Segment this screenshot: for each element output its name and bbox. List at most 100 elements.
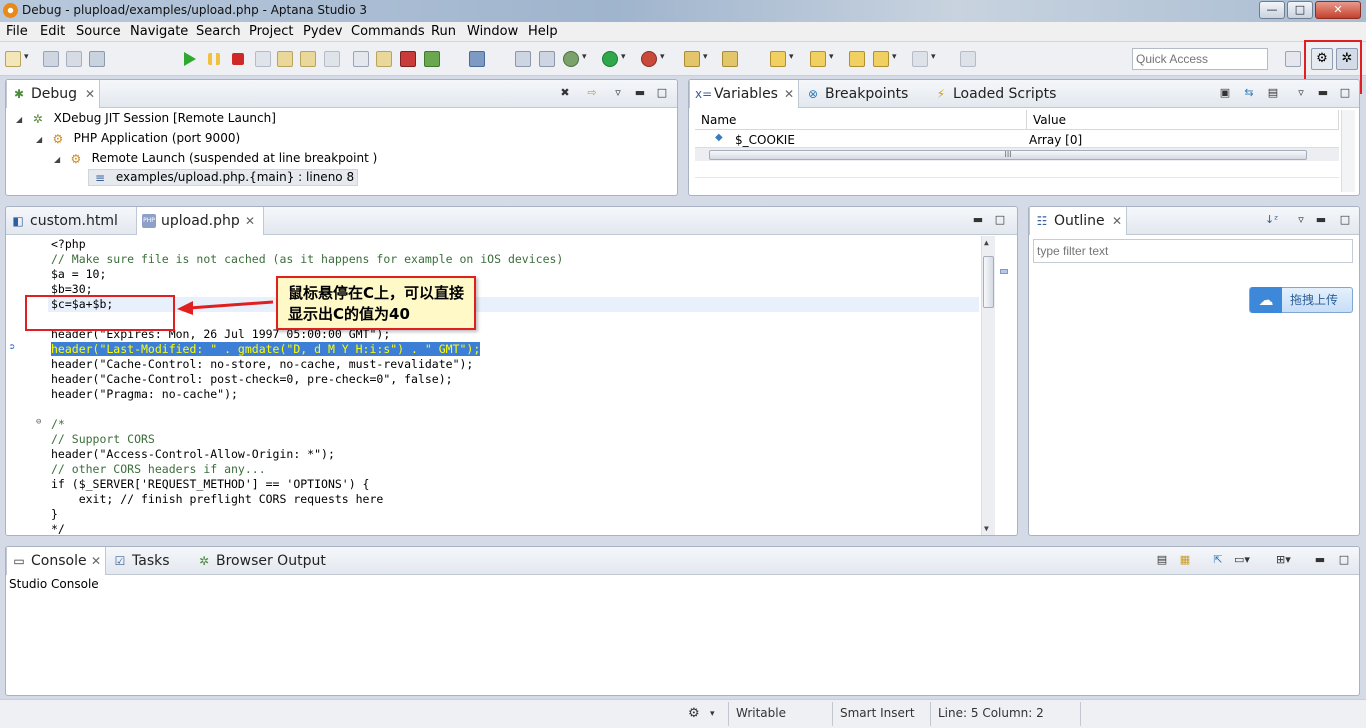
code-line[interactable]: // other CORS headers if any... xyxy=(51,462,266,476)
disconnect-icon[interactable] xyxy=(255,51,271,67)
drag-upload-button[interactable]: ☁ 拖拽上传 xyxy=(1249,287,1353,313)
menu-search[interactable]: Search xyxy=(196,24,241,39)
tab-tasks[interactable]: ☑ Tasks xyxy=(108,547,188,575)
collapse-all-icon[interactable]: ⇆ xyxy=(1243,86,1255,99)
maximize-view-icon[interactable]: □ xyxy=(994,213,1006,226)
menu-project[interactable]: Project xyxy=(249,24,293,39)
vertical-scrollbar[interactable] xyxy=(1341,110,1355,192)
skip-breakpoints-icon[interactable] xyxy=(469,51,485,67)
code-line[interactable]: header("Last-Modified: " . gmdate("D, d … xyxy=(51,342,481,356)
debug-icon[interactable] xyxy=(563,51,587,67)
chevron-down-icon[interactable]: ▾ xyxy=(710,709,715,719)
menu-source[interactable]: Source xyxy=(76,24,121,39)
overview-ruler[interactable] xyxy=(995,236,1017,535)
menu-file[interactable]: File xyxy=(6,24,28,39)
table-row[interactable]: ◆ $_COOKIE Array [0] xyxy=(695,132,1339,148)
tree-row-stack-frame[interactable]: ≡ examples/upload.php.{main} : lineno 8 xyxy=(88,169,359,186)
code-line[interactable]: // Make sure file is not cached (as it h… xyxy=(51,252,563,266)
menu-navigate[interactable]: Navigate xyxy=(130,24,188,39)
fold-toggle-icon[interactable]: ⊖ xyxy=(36,417,41,427)
step-over-icon[interactable] xyxy=(300,51,316,67)
code-line[interactable]: /* xyxy=(51,417,65,431)
menu-commands[interactable]: Commands xyxy=(351,24,425,39)
tab-custom-html[interactable]: ◧ custom.html xyxy=(6,207,136,235)
terminate-icon[interactable] xyxy=(232,53,244,65)
code-line[interactable]: // Support CORS xyxy=(51,432,155,446)
view-menu-icon[interactable]: ▿ xyxy=(1295,86,1307,99)
code-line[interactable]: <?php xyxy=(51,237,86,251)
last-edit-icon[interactable] xyxy=(849,51,865,67)
menu-window[interactable]: Window xyxy=(467,24,518,39)
tree-row-thread[interactable]: ◢ ⚙ Remote Launch (suspended at line bre… xyxy=(54,151,377,166)
code-line[interactable]: exit; // finish preflight CORS requests … xyxy=(51,492,384,506)
close-icon[interactable]: ✕ xyxy=(85,80,95,108)
open-perspective-tool-icon[interactable] xyxy=(722,51,738,67)
remove-breakpoint-icon[interactable] xyxy=(424,51,440,67)
minimize-view-icon[interactable]: ▬ xyxy=(972,213,984,226)
maximize-view-icon[interactable]: □ xyxy=(1339,86,1351,99)
maximize-button[interactable]: □ xyxy=(1287,1,1313,19)
run-icon[interactable] xyxy=(602,51,626,67)
back-icon[interactable] xyxy=(873,51,897,67)
drop-to-frame-icon[interactable] xyxy=(353,51,369,67)
forward-icon[interactable] xyxy=(912,51,936,67)
link-icon[interactable]: ⇨ xyxy=(586,86,598,99)
scrollbar-thumb[interactable] xyxy=(983,256,994,308)
resume-icon[interactable] xyxy=(184,52,196,66)
code-editor[interactable]: 1<?php2// Make sure file is not cached (… xyxy=(6,236,1017,535)
minimize-view-icon[interactable]: ▬ xyxy=(1314,553,1326,566)
close-icon[interactable]: ✕ xyxy=(1112,207,1122,235)
maximize-view-icon[interactable]: □ xyxy=(656,86,668,99)
tab-loaded-scripts[interactable]: ⚡ Loaded Scripts xyxy=(929,80,1069,108)
minimize-button[interactable]: — xyxy=(1259,1,1285,19)
save-all-icon[interactable] xyxy=(66,51,82,67)
new-icon[interactable] xyxy=(5,51,29,67)
minimize-view-icon[interactable]: ▬ xyxy=(1315,213,1327,226)
view-menu-icon[interactable]: ▿ xyxy=(1295,213,1307,226)
scroll-lock-icon[interactable]: ▦ xyxy=(1179,553,1191,566)
step-return-icon[interactable] xyxy=(324,51,340,67)
occurrence-marker[interactable] xyxy=(1000,269,1008,274)
code-line[interactable]: } xyxy=(51,507,58,521)
remove-terminated-icon[interactable]: ✖ xyxy=(559,86,571,99)
close-icon[interactable]: ✕ xyxy=(91,547,101,575)
menu-help[interactable]: Help xyxy=(528,24,558,39)
close-button[interactable]: ✕ xyxy=(1315,1,1361,19)
tab-debug[interactable]: ✱ Debug ✕ xyxy=(6,80,100,108)
close-icon[interactable]: ✕ xyxy=(784,80,794,108)
sort-icon[interactable]: ↓ᶻ xyxy=(1265,213,1278,226)
column-header-name[interactable]: Name xyxy=(695,110,1027,130)
open-console-icon[interactable]: ⊞▾ xyxy=(1276,553,1291,566)
tree-row-application[interactable]: ◢ ⚙ PHP Application (port 9000) xyxy=(36,131,240,146)
menu-edit[interactable]: Edit xyxy=(40,24,65,39)
external-tools-icon[interactable] xyxy=(684,51,708,67)
tree-row-session[interactable]: ◢ ✲ XDebug JIT Session [Remote Launch] xyxy=(16,111,276,126)
code-line[interactable]: header("Access-Control-Allow-Origin: *")… xyxy=(51,447,335,461)
code-line[interactable]: $b=30; xyxy=(51,282,93,296)
display-console-icon[interactable]: ▭▾ xyxy=(1234,553,1250,566)
column-header-value[interactable]: Value xyxy=(1027,110,1339,130)
tab-console[interactable]: ▭ Console ✕ xyxy=(6,547,106,575)
code-line[interactable]: header("Cache-Control: post-check=0, pre… xyxy=(51,372,453,386)
suspend-icon[interactable] xyxy=(208,53,220,65)
layout-icon[interactable]: ▤ xyxy=(1267,86,1279,99)
open-type-icon[interactable] xyxy=(515,51,531,67)
view-menu-icon[interactable]: ▿ xyxy=(612,86,624,99)
scroll-up-arrow-icon[interactable]: ▲ xyxy=(984,238,989,247)
show-type-names-icon[interactable]: ▣ xyxy=(1219,86,1231,99)
open-perspective-icon[interactable] xyxy=(1285,51,1301,67)
tab-outline[interactable]: ☷ Outline ✕ xyxy=(1029,207,1127,235)
code-line[interactable]: */ xyxy=(51,522,65,535)
code-line[interactable]: header("Cache-Control: no-store, no-cach… xyxy=(51,357,473,371)
maximize-view-icon[interactable]: □ xyxy=(1338,553,1350,566)
scroll-down-arrow-icon[interactable]: ▼ xyxy=(984,524,989,533)
outline-filter-input[interactable] xyxy=(1033,239,1353,263)
toggle-breakpoint-icon[interactable] xyxy=(400,51,416,67)
tab-upload-php[interactable]: PHP upload.php ✕ xyxy=(136,207,264,235)
maximize-view-icon[interactable]: □ xyxy=(1339,213,1351,226)
tab-browser-output[interactable]: ✲ Browser Output xyxy=(192,547,342,575)
next-annotation-icon[interactable] xyxy=(770,51,794,67)
scrollbar-thumb[interactable]: III xyxy=(709,150,1307,160)
horizontal-scrollbar[interactable]: III xyxy=(695,147,1339,161)
run-external-icon[interactable] xyxy=(641,51,665,67)
